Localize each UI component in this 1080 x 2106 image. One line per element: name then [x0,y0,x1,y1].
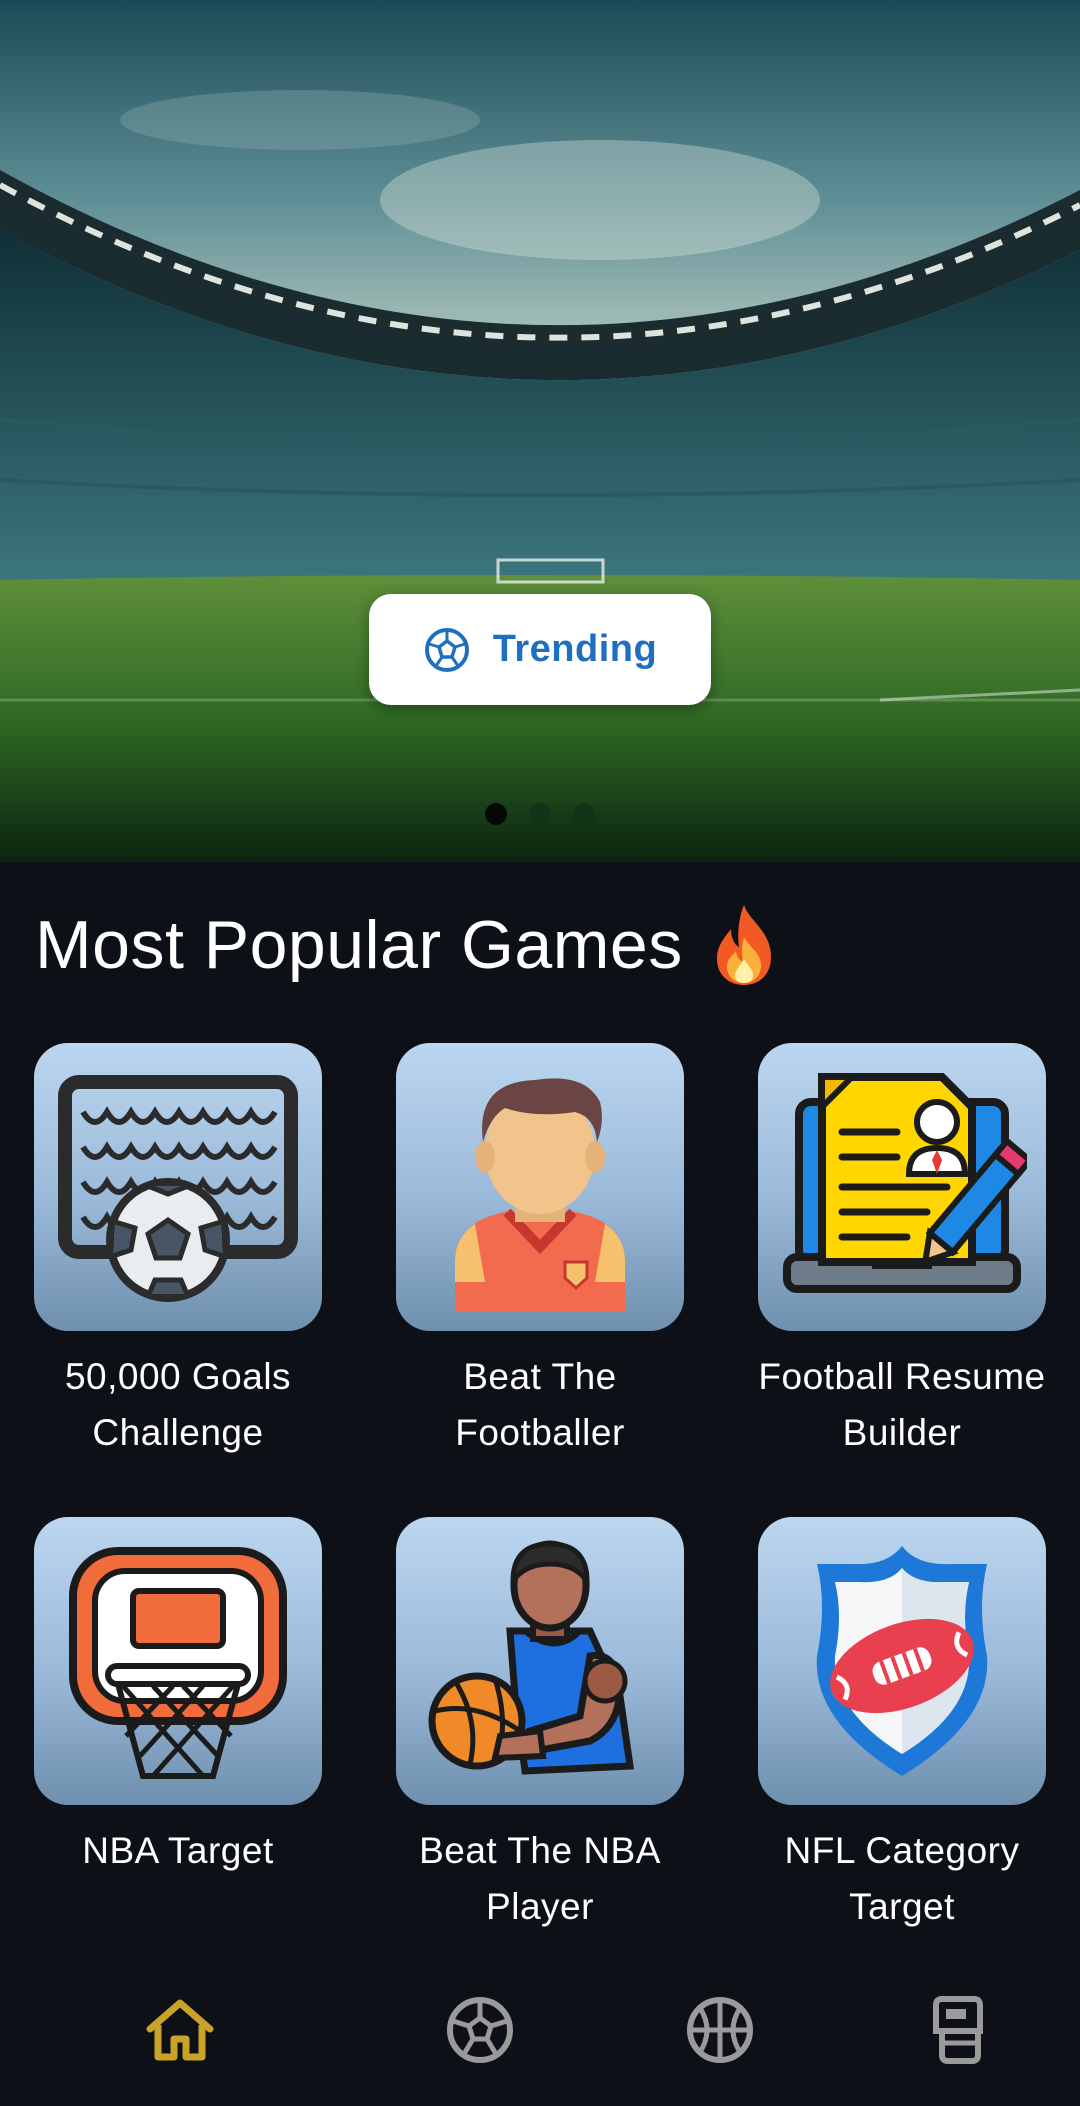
resume-laptop-icon [783,1073,1027,1293]
games-grid: 50,000 Goals Challenge Beat The Football… [34,1043,1046,1935]
basketball-icon [687,1997,753,2063]
game-tile[interactable] [758,1043,1046,1331]
game-card-label: NBA Target [82,1830,274,1871]
basketball-player-icon [428,1540,635,1775]
nav-basketball[interactable] [680,1990,760,2070]
goal-net-ball-icon [58,1075,298,1302]
game-tile[interactable] [396,1043,684,1331]
game-card-label: 50,000 Goals Challenge [64,1356,292,1453]
hero-carousel[interactable]: Trending [0,0,1080,862]
carousel-dot-1[interactable] [485,803,507,825]
nav-football[interactable] [440,1990,520,2070]
carousel-dot-2[interactable] [529,803,551,825]
soccer-ball-icon [424,627,469,672]
game-card-beat-the-footballer[interactable]: Beat The Footballer [396,1043,684,1461]
game-card-label: Football Resume Builder [758,1356,1046,1453]
football-helmet-icon [933,1996,983,2064]
trending-button[interactable]: Trending [369,594,711,705]
game-card-label: Beat The Footballer [455,1356,625,1453]
game-card-nba-target[interactable]: NBA Target [34,1517,322,1935]
nav-home[interactable] [140,1990,220,2070]
game-tile[interactable] [396,1517,684,1805]
game-card-goals-challenge[interactable]: 50,000 Goals Challenge [34,1043,322,1461]
game-tile[interactable] [34,1043,322,1331]
carousel-dot-3[interactable] [573,803,595,825]
basketball-hoop-icon [69,1547,287,1779]
section-header: Most Popular Games [35,900,779,990]
game-card-label: Beat The NBA Player [419,1830,661,1927]
game-card-label: NFL Category Target [784,1830,1020,1927]
game-card-resume-builder[interactable]: Football Resume Builder [758,1043,1046,1461]
bottom-navigation [0,1950,1080,2106]
game-card-nfl-category-target[interactable]: NFL Category Target [758,1517,1046,1935]
home-icon [146,1999,214,2061]
game-tile[interactable] [34,1517,322,1805]
stadium-image [0,0,1080,862]
soccer-ball-icon [447,1997,513,2063]
carousel-indicator [0,803,1080,825]
section-title: Most Popular Games [35,907,683,983]
trending-label: Trending [492,628,658,670]
fire-icon [716,905,771,985]
nfl-shield-icon [816,1546,988,1776]
nav-american-football[interactable] [918,1990,998,2070]
game-card-beat-the-nba-player[interactable]: Beat The NBA Player [396,1517,684,1935]
footballer-icon [455,1078,625,1312]
game-tile[interactable] [758,1517,1046,1805]
